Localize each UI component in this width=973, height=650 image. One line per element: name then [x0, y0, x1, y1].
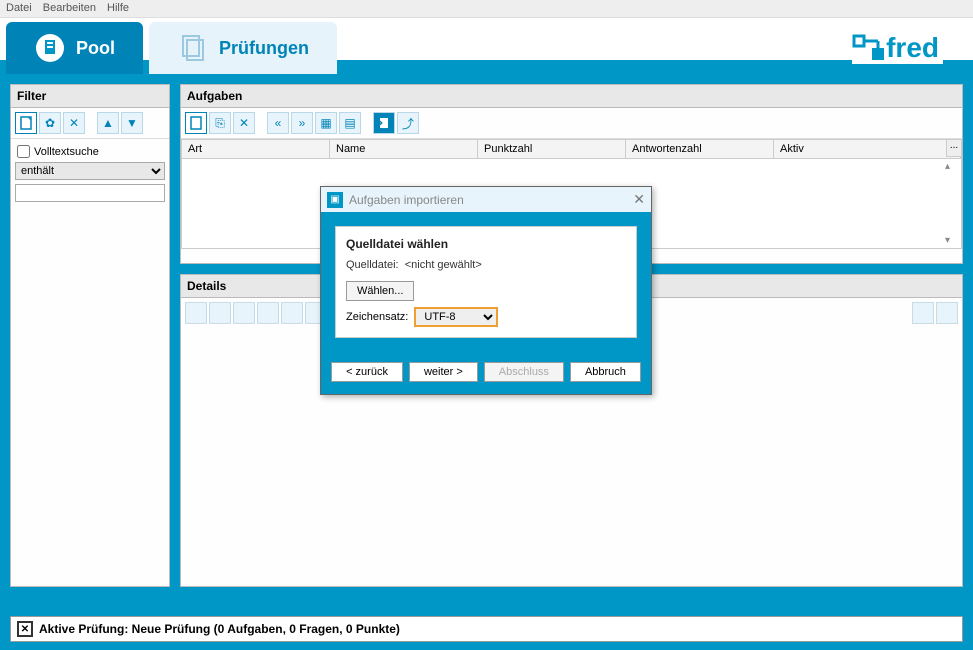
cancel-button[interactable]: Abbruch: [570, 362, 641, 382]
file-label: Quelldatei:: [346, 259, 399, 271]
detail-btn-2[interactable]: [209, 302, 231, 324]
filter-delete-icon[interactable]: ✕: [63, 112, 85, 134]
next-button[interactable]: weiter >: [409, 362, 478, 382]
task-calendar-icon[interactable]: ▤: [339, 112, 361, 134]
dialog-title: Aufgaben importieren: [349, 193, 464, 207]
task-new-icon[interactable]: [185, 112, 207, 134]
fulltext-checkbox[interactable]: [17, 145, 30, 158]
pool-icon: [34, 32, 66, 64]
tab-exams-label: Prüfungen: [219, 38, 309, 59]
col-aktiv[interactable]: Aktiv: [774, 140, 961, 158]
dialog-section-title: Quelldatei wählen: [346, 237, 626, 251]
back-button[interactable]: < zurück: [331, 362, 403, 382]
detail-btn-3[interactable]: [233, 302, 255, 324]
task-expand-icon[interactable]: «: [267, 112, 289, 134]
detail-btn-5[interactable]: [281, 302, 303, 324]
status-close-icon[interactable]: ✕: [17, 621, 33, 637]
charset-select[interactable]: UTF-8: [414, 307, 498, 327]
dialog-close-icon[interactable]: ✕: [633, 191, 645, 208]
filter-up-icon[interactable]: ▲: [97, 112, 119, 134]
col-name[interactable]: Name: [330, 140, 478, 158]
task-import-icon[interactable]: [373, 112, 395, 134]
col-art[interactable]: Art: [182, 140, 330, 158]
table-header: Art Name Punktzahl Antwortenzahl Aktiv: [181, 139, 962, 159]
filter-header: Filter: [11, 85, 169, 108]
task-edit-icon[interactable]: ▦: [315, 112, 337, 134]
filter-down-icon[interactable]: ▼: [121, 112, 143, 134]
status-text: Aktive Prüfung: Neue Prüfung (0 Aufgaben…: [39, 622, 400, 636]
detail-btn-1[interactable]: [185, 302, 207, 324]
finish-button: Abschluss: [484, 362, 564, 382]
fulltext-label: Volltextsuche: [34, 146, 99, 158]
filter-mode-select[interactable]: enthält: [15, 162, 165, 180]
tab-pool-label: Pool: [76, 38, 115, 59]
menu-help[interactable]: Hilfe: [107, 2, 129, 14]
col-punktzahl[interactable]: Punktzahl: [478, 140, 626, 158]
table-menu-button[interactable]: ...: [946, 139, 962, 157]
col-antwortenzahl[interactable]: Antwortenzahl: [626, 140, 774, 158]
choose-file-button[interactable]: Wählen...: [346, 281, 414, 301]
status-bar: ✕ Aktive Prüfung: Neue Prüfung (0 Aufgab…: [10, 616, 963, 642]
menubar: Datei Bearbeiten Hilfe: [0, 0, 973, 18]
filter-save-icon[interactable]: ✿: [39, 112, 61, 134]
menu-file[interactable]: Datei: [6, 2, 32, 14]
import-dialog: ▣ Aufgaben importieren ✕ Quelldatei wähl…: [320, 186, 652, 395]
aufgaben-header: Aufgaben: [181, 85, 962, 108]
task-copy-icon[interactable]: ⎘: [209, 112, 231, 134]
task-export-icon[interactable]: ⤴: [397, 112, 419, 134]
exams-icon: [177, 32, 209, 64]
detail-up-icon[interactable]: [912, 302, 934, 324]
filter-empty-area: [11, 206, 169, 586]
tab-exams[interactable]: Prüfungen: [149, 22, 337, 74]
filter-new-icon[interactable]: [15, 112, 37, 134]
task-delete-icon[interactable]: ✕: [233, 112, 255, 134]
menu-edit[interactable]: Bearbeiten: [43, 2, 96, 14]
task-collapse-icon[interactable]: »: [291, 112, 313, 134]
detail-btn-4[interactable]: [257, 302, 279, 324]
tab-pool[interactable]: Pool: [6, 22, 143, 74]
detail-down-icon[interactable]: [936, 302, 958, 324]
fulltext-checkbox-row[interactable]: Volltextsuche: [15, 143, 165, 160]
dialog-icon: ▣: [327, 192, 343, 208]
filter-text-input[interactable]: [15, 184, 165, 202]
file-value: <nicht gewählt>: [405, 259, 482, 271]
charset-label: Zeichensatz:: [346, 311, 408, 323]
